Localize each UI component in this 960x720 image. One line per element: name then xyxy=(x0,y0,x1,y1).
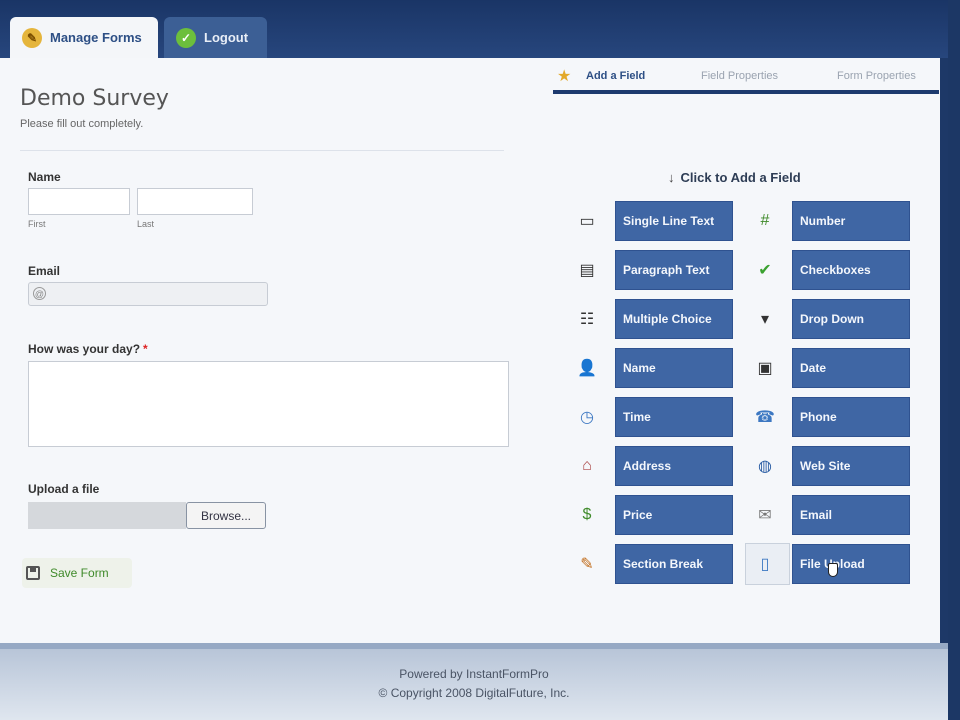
mouse-cursor xyxy=(828,563,838,577)
tab-logout-label: Logout xyxy=(204,30,249,45)
footer: Powered by InstantFormPro © Copyright 20… xyxy=(0,643,948,720)
email-icon: ✉ xyxy=(758,507,772,524)
browse-button[interactable]: Browse... xyxy=(186,502,266,529)
add-paragraph-text-button[interactable]: Paragraph Text xyxy=(615,250,733,290)
top-bar: ✎ Manage Forms ✓ Logout xyxy=(0,0,960,58)
add-checkboxes-button[interactable]: Checkboxes xyxy=(792,250,910,290)
at-icon: @ xyxy=(33,287,46,300)
tab-add-field[interactable]: Add a Field xyxy=(586,70,645,82)
email-label: Email xyxy=(28,264,61,278)
powered-by-text: Powered by InstantFormPro xyxy=(399,667,549,681)
forms-icon: ✎ xyxy=(22,27,42,48)
add-field-heading: ↓ Click to Add a Field xyxy=(668,170,801,185)
globe-icon: ◍ xyxy=(758,458,772,475)
form-title[interactable]: Demo Survey xyxy=(20,86,169,111)
form-description[interactable]: Please fill out completely. xyxy=(20,118,143,130)
paragraph-icon: ▤ xyxy=(579,262,595,279)
add-email-button[interactable]: Email xyxy=(792,495,910,535)
form-divider xyxy=(20,150,504,151)
arrow-down-icon: ↓ xyxy=(668,170,675,185)
calendar-icon: ▣ xyxy=(757,360,773,377)
add-multiple-choice-button[interactable]: Multiple Choice xyxy=(615,299,733,339)
text-line-icon: ▭ xyxy=(579,213,595,230)
right-edge xyxy=(948,0,960,720)
main-panel: Demo Survey Please fill out completely. … xyxy=(0,58,948,643)
add-number-button[interactable]: Number xyxy=(792,201,910,241)
copyright-text: © Copyright 2008 DigitalFuture, Inc. xyxy=(378,686,570,700)
add-file-upload-button[interactable]: File Upload xyxy=(792,544,910,584)
last-sublabel: Last xyxy=(137,219,155,229)
add-drop-down-button[interactable]: Drop Down xyxy=(792,299,910,339)
add-web-site-button[interactable]: Web Site xyxy=(792,446,910,486)
name-label: Name xyxy=(28,170,61,184)
tab-logout[interactable]: ✓ Logout xyxy=(164,17,267,58)
builder-tabs: ★ Add a Field Field Properties Form Prop… xyxy=(553,64,939,94)
phone-icon: ☎ xyxy=(755,409,775,426)
required-marker: * xyxy=(143,342,148,356)
last-name-input[interactable] xyxy=(137,188,253,215)
clock-icon: ◷ xyxy=(580,409,594,426)
save-form-button[interactable]: Save Form xyxy=(22,558,132,588)
add-single-line-text-button[interactable]: Single Line Text xyxy=(615,201,733,241)
email-input[interactable]: @ xyxy=(28,282,268,306)
add-time-button[interactable]: Time xyxy=(615,397,733,437)
person-icon: 👤 xyxy=(577,360,597,377)
add-section-break-button[interactable]: Section Break xyxy=(615,544,733,584)
day-label-text: How was your day? xyxy=(28,342,141,356)
add-date-button[interactable]: Date xyxy=(792,348,910,388)
dropdown-icon: ▾ xyxy=(760,311,770,328)
dollar-icon: $ xyxy=(582,506,592,523)
check-circle-icon: ✓ xyxy=(176,27,196,48)
add-price-button[interactable]: Price xyxy=(615,495,733,535)
file-icon: ▯ xyxy=(760,556,770,573)
multiple-choice-icon: ☷ xyxy=(579,311,595,328)
add-phone-button[interactable]: Phone xyxy=(792,397,910,437)
day-label: How was your day? * xyxy=(28,342,148,356)
house-icon: ⌂ xyxy=(582,457,592,474)
file-path-field[interactable] xyxy=(28,502,186,529)
checkmark-icon: ✔ xyxy=(758,262,772,279)
day-textarea[interactable] xyxy=(28,361,509,447)
number-icon: # xyxy=(760,212,770,229)
tab-field-properties[interactable]: Field Properties xyxy=(701,70,778,82)
tab-form-properties[interactable]: Form Properties xyxy=(837,70,916,82)
save-form-label: Save Form xyxy=(50,566,109,580)
upload-label: Upload a file xyxy=(28,482,100,496)
pencil-icon: ✎ xyxy=(580,556,594,573)
add-address-button[interactable]: Address xyxy=(615,446,733,486)
save-disk-icon xyxy=(26,566,40,580)
tab-manage-forms-label: Manage Forms xyxy=(50,30,142,45)
first-sublabel: First xyxy=(28,219,46,229)
first-name-input[interactable] xyxy=(28,188,130,215)
add-name-button[interactable]: Name xyxy=(615,348,733,388)
tab-manage-forms[interactable]: ✎ Manage Forms xyxy=(10,17,158,58)
add-field-heading-text: Click to Add a Field xyxy=(680,170,801,185)
star-icon: ★ xyxy=(557,68,572,85)
